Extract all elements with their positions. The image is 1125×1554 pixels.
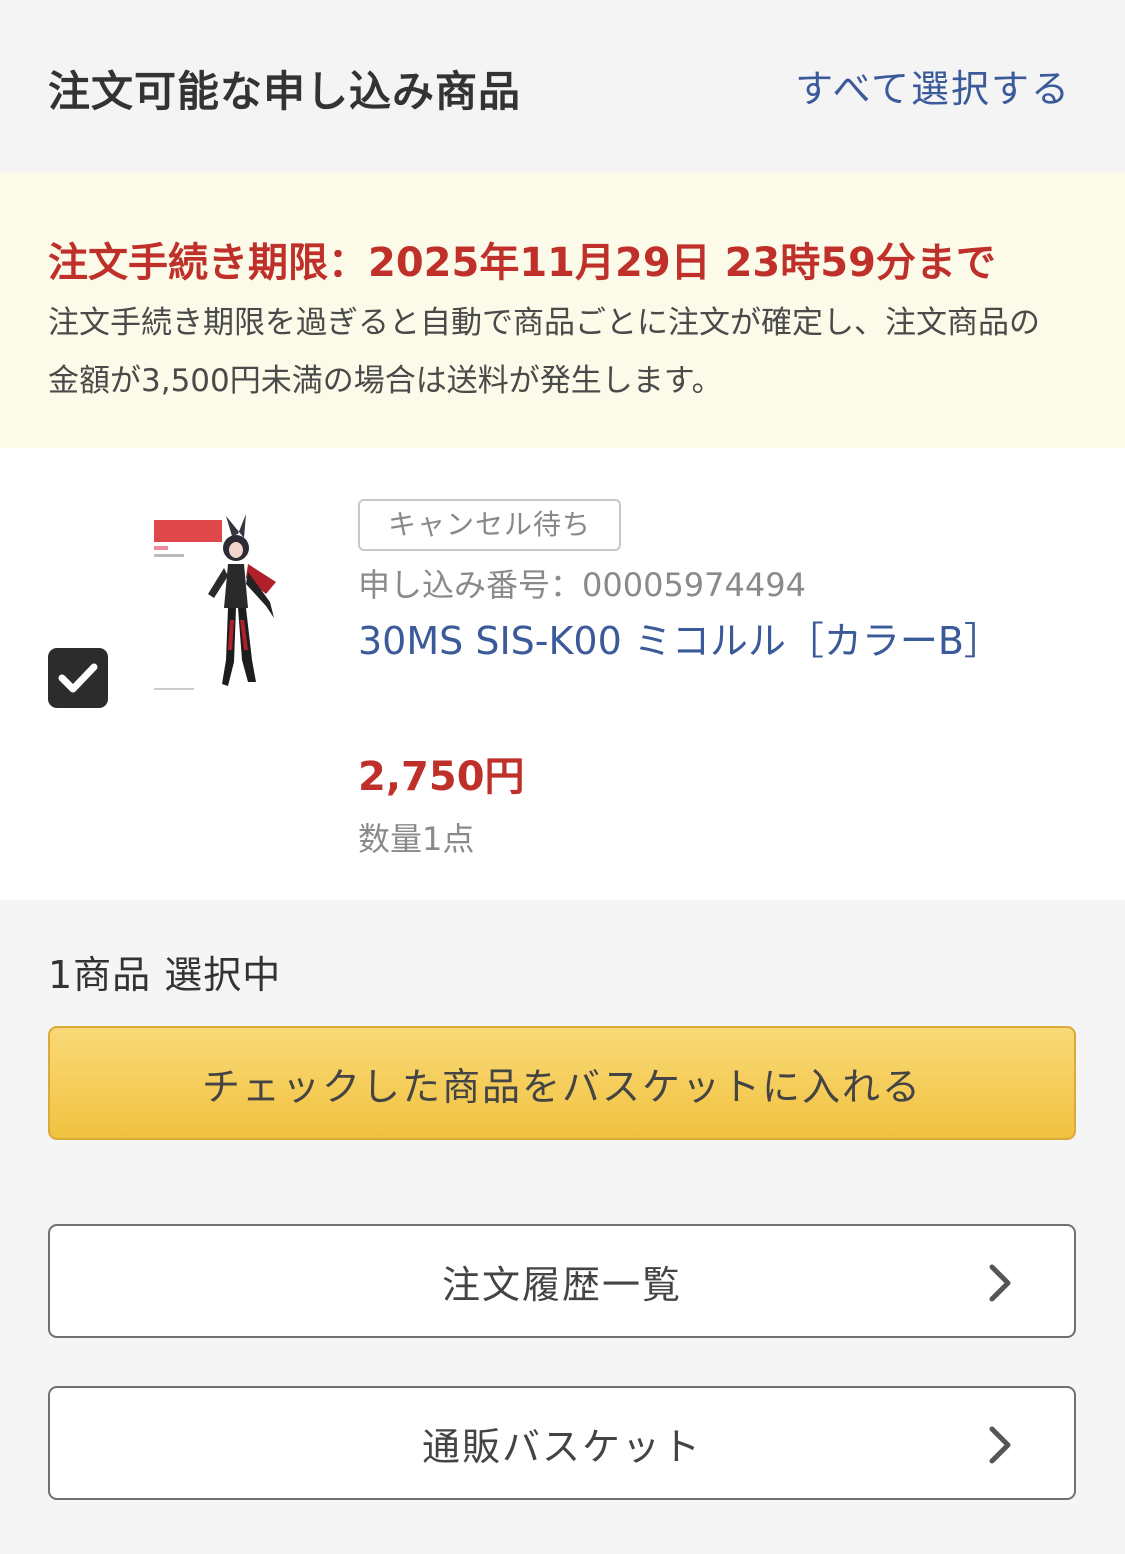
- select-all-link[interactable]: すべて選択する: [795, 58, 1071, 113]
- deadline-text: 注文手続き期限：2025年11月29日 23時59分まで: [48, 240, 996, 286]
- mail-order-basket-button[interactable]: 通販バスケット: [48, 1386, 1076, 1500]
- section-title: 注文可能な申し込み商品: [48, 67, 522, 116]
- product-name-link[interactable]: 30MS SIS-K00 ミコルル［カラーB］: [358, 608, 1038, 674]
- add-to-basket-label: チェックした商品をバスケットに入れる: [201, 1064, 922, 1109]
- deadline-description: 注文手続き期限を過ぎると自動で商品ごとに注文が確定し、注文商品の金額が3,500…: [48, 305, 1040, 399]
- mail-order-basket-label: 通販バスケット: [421, 1424, 702, 1469]
- product-image[interactable]: [148, 510, 298, 700]
- status-badge: キャンセル待ち: [358, 499, 622, 551]
- order-number: 申し込み番号：00005974494: [358, 566, 806, 604]
- chevron-right-icon: [989, 1426, 1011, 1464]
- order-history-label: 注文履歴一覧: [441, 1262, 682, 1307]
- check-icon: [58, 663, 98, 693]
- selected-count: 1商品 選択中: [48, 953, 282, 997]
- deadline-notice: 注文手続き期限：2025年11月29日 23時59分まで 注文手続き期限を過ぎる…: [0, 172, 1125, 448]
- product-checkbox[interactable]: [48, 648, 108, 708]
- product-price: 2,750円: [358, 754, 525, 800]
- add-to-basket-button[interactable]: チェックした商品をバスケットに入れる: [48, 1026, 1076, 1140]
- page: 注文可能な申し込み商品 すべて選択する 注文手続き期限：2025年11月29日 …: [0, 0, 1125, 1554]
- product-quantity: 数量1点: [358, 820, 475, 858]
- section-header: 注文可能な申し込み商品 すべて選択する: [0, 0, 1125, 172]
- order-history-button[interactable]: 注文履歴一覧: [48, 1224, 1076, 1338]
- product-card: キャンセル待ち 申し込み番号：00005974494 30MS SIS-K00 …: [0, 448, 1125, 900]
- chevron-right-icon: [989, 1264, 1011, 1302]
